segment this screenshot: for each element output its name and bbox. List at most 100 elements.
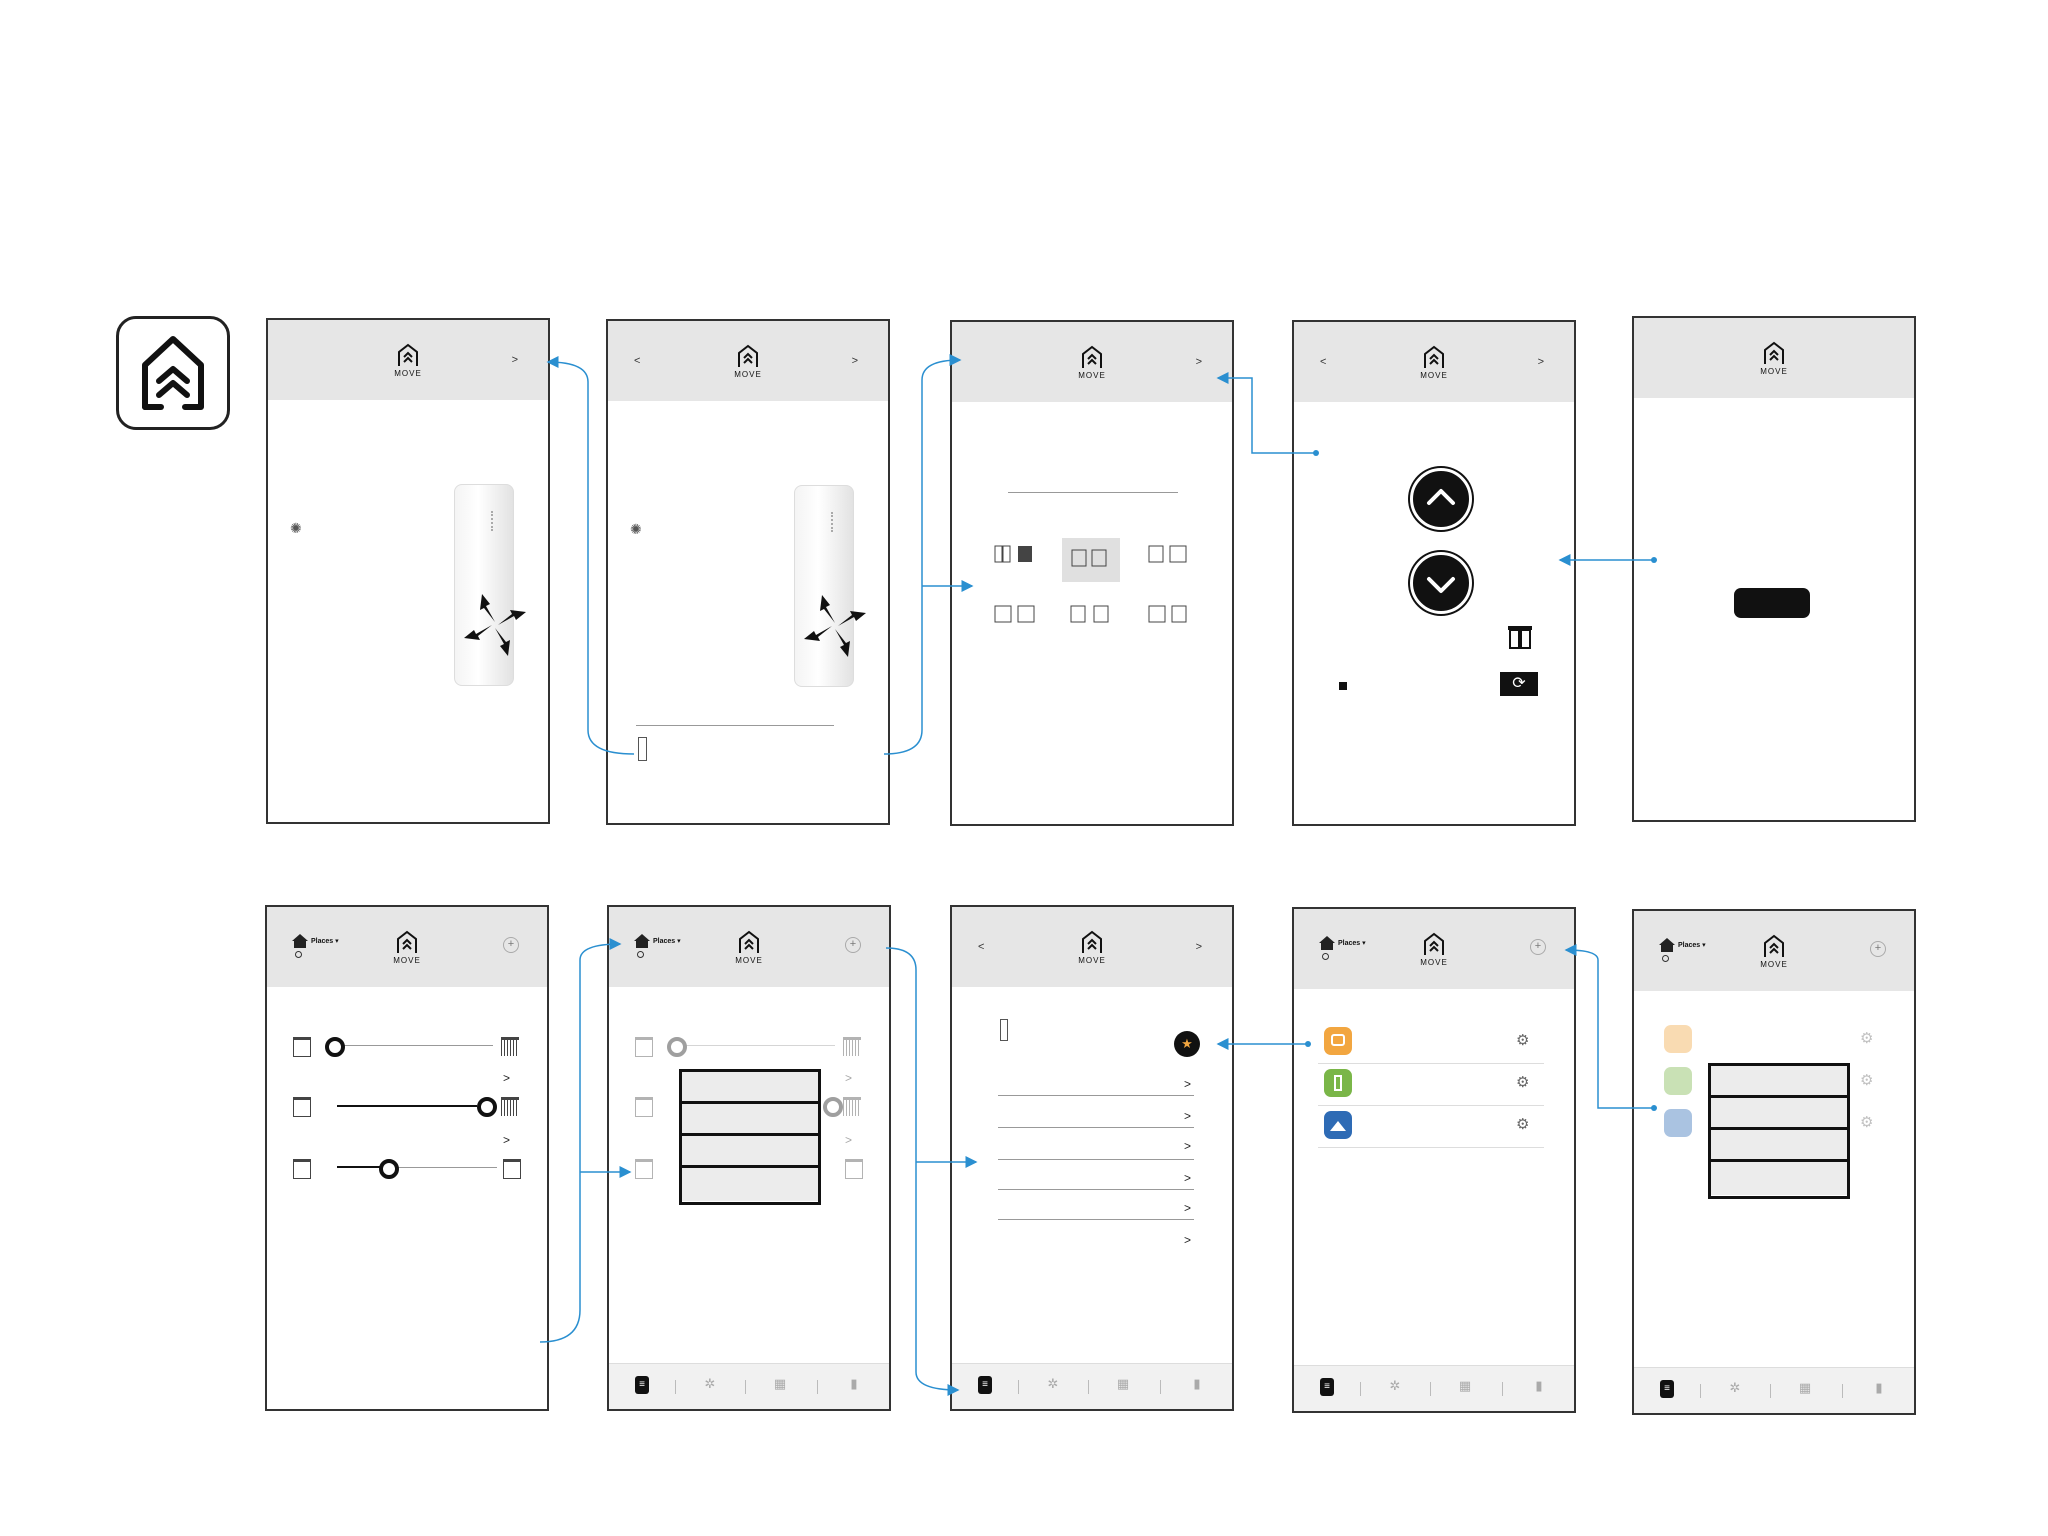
places-dropdown[interactable]: Places ▾: [291, 933, 339, 958]
status-dot: [295, 951, 302, 958]
gear-icon[interactable]: ⚙: [1516, 1073, 1529, 1091]
list-chevron[interactable]: >: [1184, 1233, 1191, 1247]
add-button[interactable]: +: [503, 937, 519, 953]
curtain-type-option[interactable]: [994, 544, 1038, 566]
row-chevron: >: [845, 1133, 853, 1147]
tab-bookmark-icon[interactable]: ▮: [843, 1376, 865, 1396]
add-button[interactable]: +: [1530, 939, 1546, 955]
back-button[interactable]: <: [978, 941, 984, 953]
row-chevron[interactable]: >: [503, 1133, 510, 1147]
context-menu-item[interactable]: [682, 1168, 818, 1201]
tab-bookmark-icon[interactable]: ▮: [1528, 1378, 1550, 1398]
context-menu-item[interactable]: [1711, 1130, 1847, 1162]
divider: [998, 1189, 1194, 1190]
curtain-closed-icon: [503, 1159, 521, 1179]
context-menu-item[interactable]: [1711, 1162, 1847, 1195]
curtain-type-option-selected[interactable]: [1062, 538, 1120, 582]
screen-6: Places ▾ MOVE + > >: [265, 905, 549, 1411]
next-button[interactable]: >: [512, 354, 518, 366]
curtain-type-option[interactable]: [994, 604, 1038, 626]
tab-schedule-icon[interactable]: ▦: [1112, 1376, 1134, 1396]
slider-track[interactable]: [337, 1105, 477, 1107]
tab-list-icon[interactable]: ≡: [978, 1376, 992, 1394]
checkbox[interactable]: [638, 737, 647, 761]
curtain-type-option[interactable]: [1148, 544, 1192, 566]
places-dropdown[interactable]: Places ▾: [633, 933, 681, 958]
place-icon-orange[interactable]: [1324, 1027, 1352, 1055]
gear-icon[interactable]: ⚙: [1516, 1115, 1529, 1133]
tab-schedule-icon[interactable]: ▦: [1794, 1380, 1816, 1400]
slider-thumb[interactable]: [477, 1097, 497, 1117]
list-chevron[interactable]: >: [1184, 1171, 1191, 1185]
gear-icon[interactable]: ⚙: [1516, 1031, 1529, 1049]
app-logo-icon: [1764, 934, 1784, 957]
app-logo-icon: [1082, 345, 1102, 368]
row-chevron[interactable]: >: [503, 1071, 510, 1085]
app-logo-icon: [739, 930, 759, 953]
chevron-up-icon[interactable]: [1410, 468, 1472, 530]
slider-thumb[interactable]: [325, 1037, 345, 1057]
header: Places ▾ MOVE +: [267, 907, 547, 987]
divider: [998, 1159, 1194, 1160]
house-icon: [1319, 936, 1335, 950]
row-chevron: >: [845, 1071, 853, 1085]
list-chevron[interactable]: >: [1184, 1109, 1191, 1123]
curtain-closed-icon: [501, 1037, 519, 1056]
tab-list-icon[interactable]: ≡: [635, 1376, 649, 1394]
back-button[interactable]: <: [1320, 356, 1326, 368]
tab-scenes-icon[interactable]: ✲: [1042, 1376, 1064, 1396]
divider: [998, 1219, 1194, 1220]
tab-bookmark-icon[interactable]: ▮: [1186, 1376, 1208, 1396]
divider: [1008, 492, 1178, 493]
tab-list-icon[interactable]: ≡: [1320, 1378, 1334, 1396]
curtain-open-icon: [635, 1159, 653, 1179]
app-logo-icon: [397, 930, 417, 953]
place-icon-green[interactable]: [1324, 1069, 1352, 1097]
next-button[interactable]: >: [852, 355, 858, 367]
star-icon[interactable]: ★: [1174, 1031, 1200, 1057]
stop-icon[interactable]: [1339, 682, 1347, 690]
context-menu-item[interactable]: [682, 1104, 818, 1136]
tab-bookmark-icon[interactable]: ▮: [1868, 1380, 1890, 1400]
places-dropdown[interactable]: Places ▾: [1318, 935, 1366, 960]
header: < MOVE >: [608, 321, 888, 401]
add-button[interactable]: +: [845, 937, 861, 953]
add-button[interactable]: +: [1870, 941, 1886, 957]
context-menu-item[interactable]: [682, 1136, 818, 1168]
context-menu-item[interactable]: [682, 1072, 818, 1104]
slider-track[interactable]: [333, 1045, 493, 1046]
tab-scenes-icon[interactable]: ✲: [1384, 1378, 1406, 1398]
header: Places ▾ MOVE +: [609, 907, 889, 987]
tab-scenes-icon[interactable]: ✲: [699, 1376, 721, 1396]
places-dropdown[interactable]: Places ▾: [1658, 937, 1706, 962]
list-chevron[interactable]: >: [1184, 1201, 1191, 1215]
tab-schedule-icon[interactable]: ▦: [769, 1376, 791, 1396]
tab-schedule-icon[interactable]: ▦: [1454, 1378, 1476, 1398]
app-logo: MOVE: [388, 342, 428, 378]
divider: [636, 725, 834, 726]
tab-scenes-icon[interactable]: ✲: [1724, 1380, 1746, 1400]
chevron-down-icon[interactable]: [1410, 552, 1472, 614]
header: Places ▾ MOVE +: [1294, 909, 1574, 989]
place-icon-blue[interactable]: [1324, 1111, 1352, 1139]
sync-icon[interactable]: ⟳: [1500, 672, 1538, 696]
list-chevron[interactable]: >: [1184, 1139, 1191, 1153]
context-menu-item[interactable]: [1711, 1098, 1847, 1130]
next-button[interactable]: >: [1196, 941, 1202, 953]
back-button[interactable]: <: [634, 355, 640, 367]
curtain-open-icon: [635, 1097, 653, 1117]
curtain-type-option[interactable]: [1070, 604, 1114, 626]
app-logo: MOVE: [1754, 340, 1794, 376]
next-button[interactable]: >: [1196, 356, 1202, 368]
status-dot: [1322, 953, 1329, 960]
tab-list-icon[interactable]: ≡: [1660, 1380, 1674, 1398]
curtain-type-option[interactable]: [1148, 604, 1192, 626]
header: MOVE: [1634, 318, 1914, 398]
list-chevron[interactable]: >: [1184, 1077, 1191, 1091]
context-menu-item[interactable]: [1711, 1066, 1847, 1098]
slider-thumb[interactable]: [379, 1159, 399, 1179]
slider-thumb: [823, 1097, 843, 1117]
next-button[interactable]: >: [1538, 356, 1544, 368]
confirm-button[interactable]: [1734, 588, 1810, 618]
screen-1: MOVE > ✺: [266, 318, 550, 824]
